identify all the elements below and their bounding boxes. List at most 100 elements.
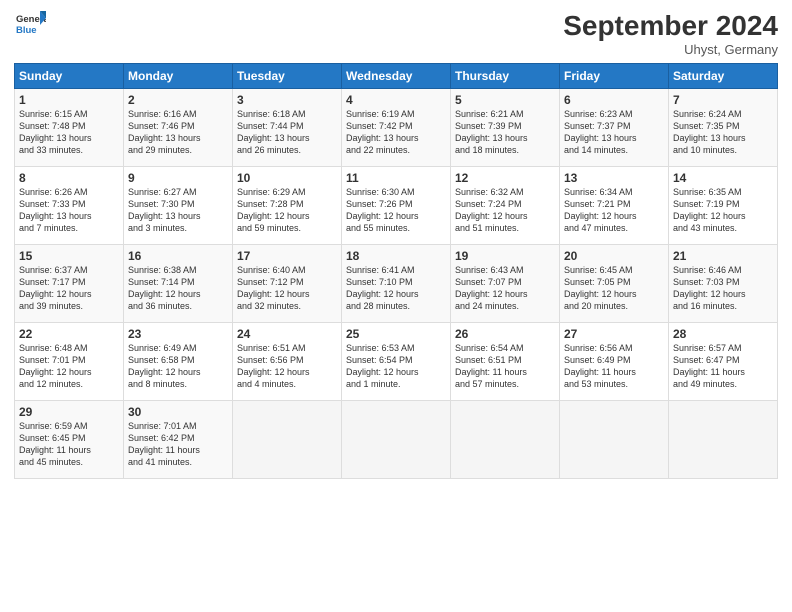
cell-info: Sunrise: 6:48 AMSunset: 7:01 PMDaylight:… [19,343,92,389]
cell-info: Sunrise: 6:59 AMSunset: 6:45 PMDaylight:… [19,421,91,467]
cell-info: Sunrise: 6:45 AMSunset: 7:05 PMDaylight:… [564,265,637,311]
day-number: 26 [455,327,555,341]
header-row: Sunday Monday Tuesday Wednesday Thursday… [15,64,778,89]
calendar-cell: 30 Sunrise: 7:01 AMSunset: 6:42 PMDaylig… [124,401,233,479]
calendar-cell: 16 Sunrise: 6:38 AMSunset: 7:14 PMDaylig… [124,245,233,323]
day-number: 20 [564,249,664,263]
calendar-cell: 2 Sunrise: 6:16 AMSunset: 7:46 PMDayligh… [124,89,233,167]
cell-info: Sunrise: 6:16 AMSunset: 7:46 PMDaylight:… [128,109,201,155]
calendar-cell: 14 Sunrise: 6:35 AMSunset: 7:19 PMDaylig… [669,167,778,245]
day-number: 2 [128,93,228,107]
col-thursday: Thursday [451,64,560,89]
calendar-table: Sunday Monday Tuesday Wednesday Thursday… [14,63,778,479]
calendar-cell: 17 Sunrise: 6:40 AMSunset: 7:12 PMDaylig… [233,245,342,323]
calendar-cell: 19 Sunrise: 6:43 AMSunset: 7:07 PMDaylig… [451,245,560,323]
day-number: 21 [673,249,773,263]
calendar-cell [669,401,778,479]
col-saturday: Saturday [669,64,778,89]
cell-info: Sunrise: 6:15 AMSunset: 7:48 PMDaylight:… [19,109,92,155]
calendar-cell: 12 Sunrise: 6:32 AMSunset: 7:24 PMDaylig… [451,167,560,245]
day-number: 30 [128,405,228,419]
cell-info: Sunrise: 6:54 AMSunset: 6:51 PMDaylight:… [455,343,527,389]
calendar-cell: 15 Sunrise: 6:37 AMSunset: 7:17 PMDaylig… [15,245,124,323]
cell-info: Sunrise: 6:18 AMSunset: 7:44 PMDaylight:… [237,109,310,155]
calendar-week-3: 15 Sunrise: 6:37 AMSunset: 7:17 PMDaylig… [15,245,778,323]
calendar-cell: 21 Sunrise: 6:46 AMSunset: 7:03 PMDaylig… [669,245,778,323]
calendar-week-4: 22 Sunrise: 6:48 AMSunset: 7:01 PMDaylig… [15,323,778,401]
calendar-cell: 26 Sunrise: 6:54 AMSunset: 6:51 PMDaylig… [451,323,560,401]
page-container: General Blue September 2024 Uhyst, Germa… [0,0,792,489]
cell-info: Sunrise: 6:51 AMSunset: 6:56 PMDaylight:… [237,343,310,389]
day-number: 5 [455,93,555,107]
day-number: 17 [237,249,337,263]
col-wednesday: Wednesday [342,64,451,89]
cell-info: Sunrise: 6:56 AMSunset: 6:49 PMDaylight:… [564,343,636,389]
cell-info: Sunrise: 6:49 AMSunset: 6:58 PMDaylight:… [128,343,201,389]
calendar-cell: 23 Sunrise: 6:49 AMSunset: 6:58 PMDaylig… [124,323,233,401]
day-number: 28 [673,327,773,341]
cell-info: Sunrise: 6:43 AMSunset: 7:07 PMDaylight:… [455,265,528,311]
calendar-body: 1 Sunrise: 6:15 AMSunset: 7:48 PMDayligh… [15,89,778,479]
day-number: 23 [128,327,228,341]
calendar-week-2: 8 Sunrise: 6:26 AMSunset: 7:33 PMDayligh… [15,167,778,245]
calendar-cell: 13 Sunrise: 6:34 AMSunset: 7:21 PMDaylig… [560,167,669,245]
cell-info: Sunrise: 6:27 AMSunset: 7:30 PMDaylight:… [128,187,201,233]
day-number: 14 [673,171,773,185]
cell-info: Sunrise: 6:34 AMSunset: 7:21 PMDaylight:… [564,187,637,233]
calendar-cell: 7 Sunrise: 6:24 AMSunset: 7:35 PMDayligh… [669,89,778,167]
cell-info: Sunrise: 6:30 AMSunset: 7:26 PMDaylight:… [346,187,419,233]
cell-info: Sunrise: 6:38 AMSunset: 7:14 PMDaylight:… [128,265,201,311]
calendar-cell: 29 Sunrise: 6:59 AMSunset: 6:45 PMDaylig… [15,401,124,479]
header: General Blue September 2024 Uhyst, Germa… [14,10,778,57]
calendar-cell: 9 Sunrise: 6:27 AMSunset: 7:30 PMDayligh… [124,167,233,245]
calendar-cell: 11 Sunrise: 6:30 AMSunset: 7:26 PMDaylig… [342,167,451,245]
calendar-cell: 4 Sunrise: 6:19 AMSunset: 7:42 PMDayligh… [342,89,451,167]
calendar-cell: 28 Sunrise: 6:57 AMSunset: 6:47 PMDaylig… [669,323,778,401]
calendar-week-5: 29 Sunrise: 6:59 AMSunset: 6:45 PMDaylig… [15,401,778,479]
calendar-cell: 18 Sunrise: 6:41 AMSunset: 7:10 PMDaylig… [342,245,451,323]
cell-info: Sunrise: 6:19 AMSunset: 7:42 PMDaylight:… [346,109,419,155]
svg-text:Blue: Blue [16,25,37,36]
calendar-cell: 1 Sunrise: 6:15 AMSunset: 7:48 PMDayligh… [15,89,124,167]
day-number: 27 [564,327,664,341]
calendar-cell: 27 Sunrise: 6:56 AMSunset: 6:49 PMDaylig… [560,323,669,401]
calendar-cell [451,401,560,479]
col-sunday: Sunday [15,64,124,89]
calendar-header: Sunday Monday Tuesday Wednesday Thursday… [15,64,778,89]
col-tuesday: Tuesday [233,64,342,89]
day-number: 18 [346,249,446,263]
cell-info: Sunrise: 6:29 AMSunset: 7:28 PMDaylight:… [237,187,310,233]
cell-info: Sunrise: 6:21 AMSunset: 7:39 PMDaylight:… [455,109,528,155]
day-number: 9 [128,171,228,185]
location-subtitle: Uhyst, Germany [563,42,778,57]
day-number: 25 [346,327,446,341]
day-number: 19 [455,249,555,263]
cell-info: Sunrise: 6:32 AMSunset: 7:24 PMDaylight:… [455,187,528,233]
calendar-cell: 8 Sunrise: 6:26 AMSunset: 7:33 PMDayligh… [15,167,124,245]
calendar-cell [233,401,342,479]
day-number: 8 [19,171,119,185]
day-number: 13 [564,171,664,185]
calendar-cell: 6 Sunrise: 6:23 AMSunset: 7:37 PMDayligh… [560,89,669,167]
calendar-cell: 5 Sunrise: 6:21 AMSunset: 7:39 PMDayligh… [451,89,560,167]
day-number: 3 [237,93,337,107]
day-number: 15 [19,249,119,263]
day-number: 24 [237,327,337,341]
cell-info: Sunrise: 6:46 AMSunset: 7:03 PMDaylight:… [673,265,746,311]
cell-info: Sunrise: 7:01 AMSunset: 6:42 PMDaylight:… [128,421,200,467]
calendar-week-1: 1 Sunrise: 6:15 AMSunset: 7:48 PMDayligh… [15,89,778,167]
day-number: 29 [19,405,119,419]
calendar-cell: 10 Sunrise: 6:29 AMSunset: 7:28 PMDaylig… [233,167,342,245]
title-block: September 2024 Uhyst, Germany [563,10,778,57]
col-monday: Monday [124,64,233,89]
cell-info: Sunrise: 6:57 AMSunset: 6:47 PMDaylight:… [673,343,745,389]
calendar-cell: 20 Sunrise: 6:45 AMSunset: 7:05 PMDaylig… [560,245,669,323]
cell-info: Sunrise: 6:37 AMSunset: 7:17 PMDaylight:… [19,265,92,311]
day-number: 11 [346,171,446,185]
cell-info: Sunrise: 6:35 AMSunset: 7:19 PMDaylight:… [673,187,746,233]
cell-info: Sunrise: 6:41 AMSunset: 7:10 PMDaylight:… [346,265,419,311]
day-number: 7 [673,93,773,107]
day-number: 6 [564,93,664,107]
calendar-cell [560,401,669,479]
calendar-cell: 22 Sunrise: 6:48 AMSunset: 7:01 PMDaylig… [15,323,124,401]
